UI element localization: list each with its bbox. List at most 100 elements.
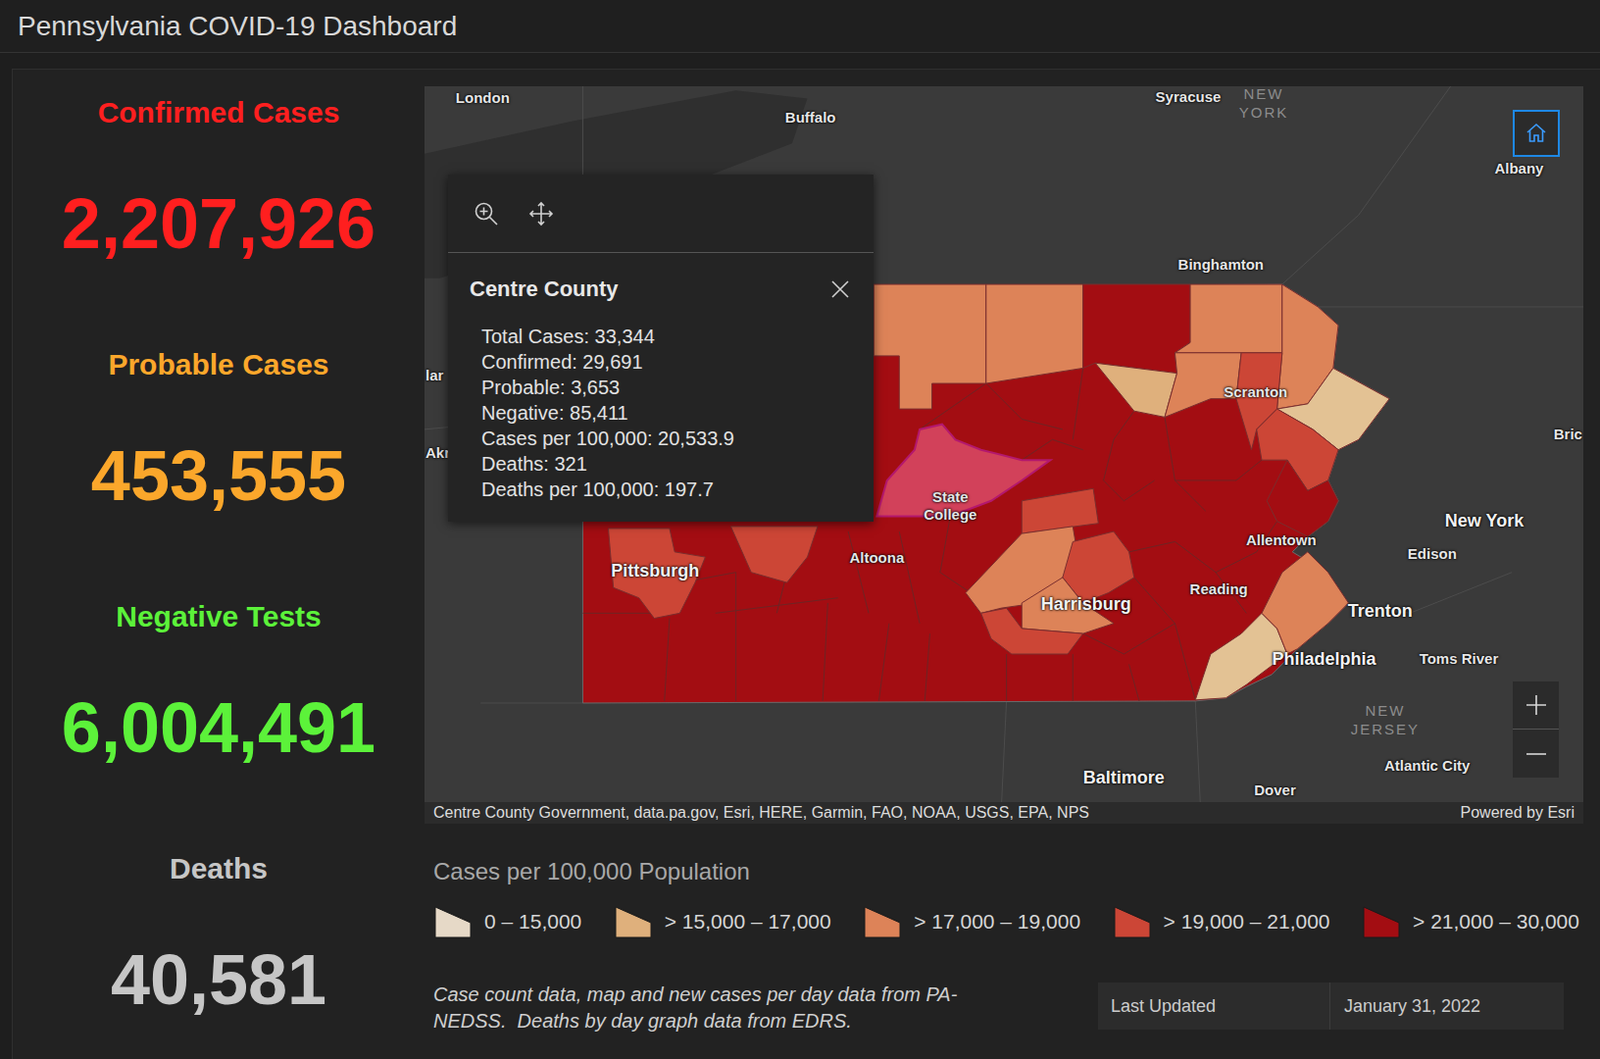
county-shape[interactable]	[607, 528, 705, 619]
map-label-text: Philadelphia	[1271, 649, 1376, 669]
map-label: Bric	[1553, 425, 1583, 444]
map-label-text: New York	[1445, 509, 1524, 530]
stat-block: Negative Tests 6,004,491	[12, 573, 425, 826]
county-shape[interactable]	[1174, 284, 1282, 353]
map-label-text: Buffalo	[785, 108, 837, 126]
close-button[interactable]	[828, 277, 852, 301]
map-label: lar	[425, 366, 444, 385]
map-label: Baltimore	[1083, 767, 1165, 789]
stat-value: 453,555	[91, 440, 347, 511]
legend-swatch	[433, 903, 473, 940]
map-label-text: Baltimore	[1083, 767, 1165, 788]
map-label-text: Albany	[1494, 159, 1544, 177]
map-label: Syracuse	[1155, 88, 1222, 106]
legend-label: > 17,000 – 19,000	[913, 908, 1081, 935]
map-label: Akr	[425, 444, 450, 462]
legend: Cases per 100,000 Population 0 – 15,000>…	[424, 857, 1584, 940]
map-label: London	[455, 89, 510, 107]
map-label-text: Harrisburg	[1041, 593, 1132, 613]
legend-item: > 19,000 – 21,000	[1112, 903, 1331, 940]
county[interactable]	[986, 284, 1084, 384]
map-label: Albany	[1494, 159, 1544, 178]
zoom-out-button[interactable]	[1512, 729, 1559, 778]
county-shape[interactable]	[1095, 362, 1177, 417]
county[interactable]	[1021, 488, 1099, 534]
county-shape[interactable]	[1261, 551, 1350, 654]
powered-by[interactable]: Powered by Esri	[1460, 802, 1576, 823]
county[interactable]	[1095, 362, 1177, 417]
move-icon[interactable]	[528, 200, 554, 227]
stats-panel: Confirmed Cases2,207,926Probable Cases45…	[12, 69, 425, 1059]
map-label-text: Allentown	[1246, 531, 1317, 549]
stat-value: 2,207,926	[61, 188, 376, 259]
map-label-text: Trenton	[1348, 600, 1413, 621]
legend-swatch	[862, 903, 902, 940]
legend-label: > 15,000 – 17,000	[664, 908, 832, 935]
footnote: Case count data, map and new cases per d…	[433, 981, 1022, 1035]
popup-title: Centre County	[469, 276, 619, 302]
stat-block: Probable Cases453,555	[12, 321, 425, 574]
stat-value: 40,581	[110, 944, 327, 1015]
county-shape[interactable]	[1021, 488, 1099, 534]
county[interactable]	[1266, 459, 1339, 537]
map-label-text: Altoona	[849, 549, 904, 566]
county[interactable]	[730, 526, 818, 583]
map-label: NEW YORK	[1229, 86, 1299, 122]
popup-line: Negative: 85,411	[481, 400, 852, 426]
map-label: Dover	[1253, 781, 1297, 800]
county[interactable]	[1083, 284, 1191, 374]
map-label: NEW JERSEY	[1346, 700, 1425, 739]
popup-body: Centre County Total Cases: 33,344Confirme…	[448, 252, 874, 502]
attribution-bar: Centre County Government, data.pa.gov, E…	[424, 801, 1584, 824]
home-button[interactable]	[1512, 109, 1560, 157]
county-shape[interactable]	[1266, 459, 1339, 537]
map-label-text: Atlantic City	[1384, 756, 1471, 774]
legend-label: > 21,000 – 30,000	[1412, 908, 1580, 935]
map-frame: London Buffalo Syracuse NEW YORK Albany Bingh…	[424, 86, 1584, 824]
map-label-text: Binghamton	[1178, 255, 1265, 273]
map-label: Buffalo	[785, 108, 837, 127]
map-label-text: Edison	[1407, 545, 1457, 562]
map-label-text: Pittsburgh	[610, 559, 700, 580]
map-column: London Buffalo Syracuse NEW YORK Albany Bingh…	[424, 69, 1584, 1059]
county-shape[interactable]	[873, 284, 987, 409]
map-label-text: Scranton	[1223, 383, 1288, 400]
legend-swatch	[613, 903, 653, 940]
map-label-text: Toms River	[1419, 650, 1500, 667]
legend-item: > 15,000 – 17,000	[613, 903, 832, 940]
popup-title-row: Centre County	[469, 276, 852, 302]
map-label-text: State College	[923, 488, 977, 523]
county[interactable]	[873, 284, 987, 409]
map[interactable]: London Buffalo Syracuse NEW YORK Albany Bingh…	[424, 86, 1584, 802]
stat-label: Negative Tests	[115, 600, 322, 634]
map-label: Harrisburg	[1041, 593, 1132, 614]
county-shape[interactable]	[981, 607, 1084, 654]
county-shape[interactable]	[1083, 284, 1191, 374]
map-label: Edison	[1407, 545, 1457, 563]
stat-value: 6,004,491	[61, 692, 376, 763]
map-label: New York	[1445, 509, 1524, 531]
county[interactable]	[981, 607, 1084, 654]
county-shape[interactable]	[986, 284, 1084, 384]
dashboard-title: Pennsylvania COVID-19 Dashboard	[17, 9, 457, 44]
last-updated-label: Last Updated	[1098, 982, 1331, 1030]
dashboard-body: Confirmed Cases2,207,926Probable Cases45…	[11, 68, 1600, 1059]
county[interactable]	[1174, 284, 1282, 353]
map-label: Reading	[1190, 580, 1249, 599]
popup-details: Total Cases: 33,344Confirmed: 29,691Prob…	[469, 323, 852, 502]
map-label: Scranton	[1223, 383, 1288, 401]
zoom-in-button[interactable]	[1512, 681, 1559, 730]
county[interactable]	[1261, 551, 1350, 654]
map-label: Toms River	[1419, 650, 1500, 668]
footer-row: Case count data, map and new cases per d…	[424, 981, 1584, 1035]
zoom-to-icon[interactable]	[473, 200, 500, 227]
county[interactable]	[607, 528, 705, 619]
popup-line: Deaths: 321	[481, 450, 852, 477]
legend-swatch	[1361, 903, 1401, 940]
close-icon	[830, 279, 850, 300]
map-label-text: London	[455, 89, 510, 106]
popup-line: Probable: 3,653	[481, 374, 852, 400]
county-shape[interactable]	[730, 526, 818, 583]
legend-swatch	[1112, 903, 1152, 940]
stat-block: Deaths40,581	[12, 825, 425, 1015]
